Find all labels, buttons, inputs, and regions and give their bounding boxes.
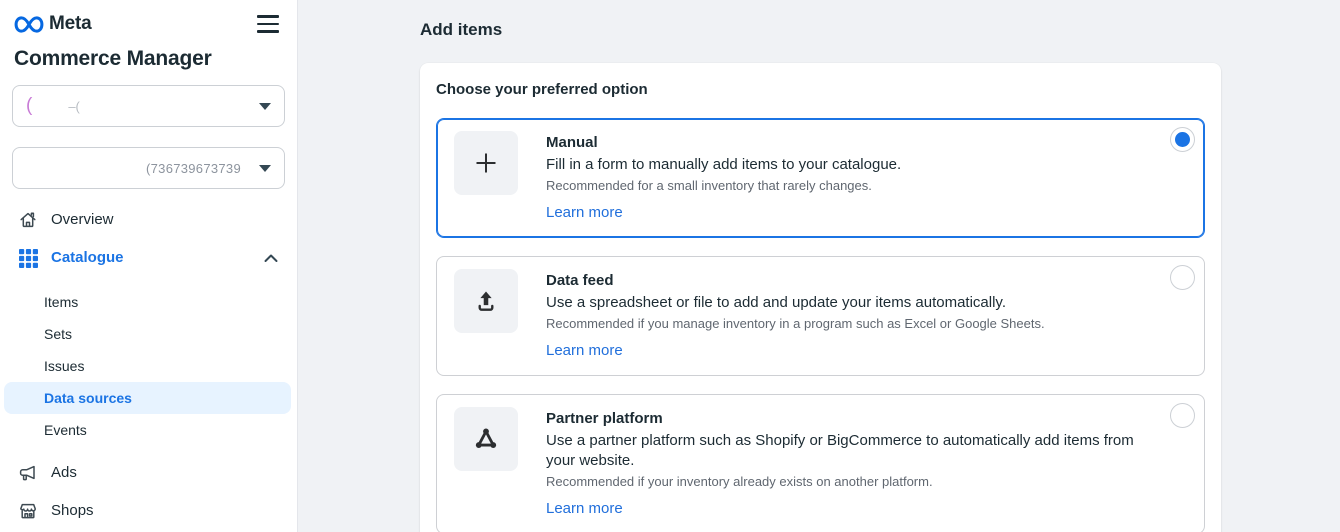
option-recommendation: Recommended for a small inventory that r… — [546, 177, 901, 194]
radio-data-feed[interactable] — [1170, 265, 1195, 290]
sidebar-item-issues[interactable]: Issues — [0, 350, 297, 382]
learn-more-link[interactable]: Learn more — [546, 203, 623, 223]
sidebar-item-ads[interactable]: Ads — [0, 454, 297, 492]
brand-row: Meta — [0, 0, 297, 35]
meta-wordmark: Meta — [49, 13, 92, 35]
option-title: Manual — [546, 133, 901, 153]
sidebar-item-events[interactable]: Events — [0, 414, 297, 446]
catalogue-selector[interactable]: (736739673739 — [12, 147, 285, 189]
caret-down-icon — [259, 103, 271, 110]
radio-manual[interactable] — [1170, 127, 1195, 152]
redacted-business-name: ( — [26, 95, 32, 117]
option-title: Partner platform — [546, 409, 1156, 429]
page-title: Add items — [420, 20, 1221, 40]
megaphone-icon — [18, 463, 38, 483]
business-selector[interactable]: ( ‒( — [12, 85, 285, 127]
sidebar-item-label: Shops — [51, 501, 94, 521]
sidebar-item-label: Ads — [51, 463, 77, 483]
home-icon — [18, 210, 38, 230]
option-data-feed[interactable]: Data feed Use a spreadsheet or file to a… — [436, 256, 1205, 376]
meta-logo: Meta — [14, 13, 92, 35]
redacted-catalogue-id: (736739673739 — [146, 161, 241, 176]
sidebar-item-data-sources[interactable]: Data sources — [4, 382, 291, 414]
option-recommendation: Recommended if your inventory already ex… — [546, 473, 1156, 490]
main-content: Add items Choose your preferred option M… — [298, 0, 1340, 532]
option-description: Fill in a form to manually add items to … — [546, 155, 901, 175]
preferred-option-card: Choose your preferred option Manual Fill… — [420, 63, 1221, 532]
plus-icon — [454, 131, 518, 195]
grid-icon — [18, 248, 38, 268]
storefront-icon — [18, 501, 38, 521]
sidebar-item-label: Overview — [51, 210, 114, 230]
sidebar-item-catalogue[interactable]: Catalogue — [0, 239, 297, 277]
option-partner-platform[interactable]: Partner platform Use a partner platform … — [436, 394, 1205, 532]
partner-nodes-icon — [454, 407, 518, 471]
meta-infinity-icon — [14, 15, 44, 34]
sidebar-item-items[interactable]: Items — [0, 286, 297, 318]
learn-more-link[interactable]: Learn more — [546, 499, 623, 519]
upload-icon — [454, 269, 518, 333]
radio-partner-platform[interactable] — [1170, 403, 1195, 428]
option-recommendation: Recommended if you manage inventory in a… — [546, 315, 1045, 332]
option-manual[interactable]: Manual Fill in a form to manually add it… — [436, 118, 1205, 238]
option-description: Use a partner platform such as Shopify o… — [546, 431, 1156, 471]
sidebar-nav: Overview Catalogue — [0, 201, 297, 530]
card-heading: Choose your preferred option — [436, 81, 1205, 98]
app-root: Meta Commerce Manager ( ‒( (736739673739 — [0, 0, 1340, 532]
redacted-business-fragment: ‒( — [68, 99, 80, 114]
catalogue-sub-list: Items Sets Issues Data sources Events — [0, 286, 297, 446]
sidebar-item-sets[interactable]: Sets — [0, 318, 297, 350]
caret-down-icon — [259, 165, 271, 172]
option-description: Use a spreadsheet or file to add and upd… — [546, 293, 1045, 313]
sidebar-item-overview[interactable]: Overview — [0, 201, 297, 239]
sidebar: Meta Commerce Manager ( ‒( (736739673739 — [0, 0, 298, 532]
app-title: Commerce Manager — [14, 47, 283, 71]
learn-more-link[interactable]: Learn more — [546, 341, 623, 361]
option-title: Data feed — [546, 271, 1045, 291]
sidebar-item-shops[interactable]: Shops — [0, 492, 297, 530]
hamburger-menu-icon[interactable] — [257, 13, 279, 35]
chevron-up-icon — [263, 253, 279, 263]
sidebar-item-label: Catalogue — [51, 248, 124, 268]
